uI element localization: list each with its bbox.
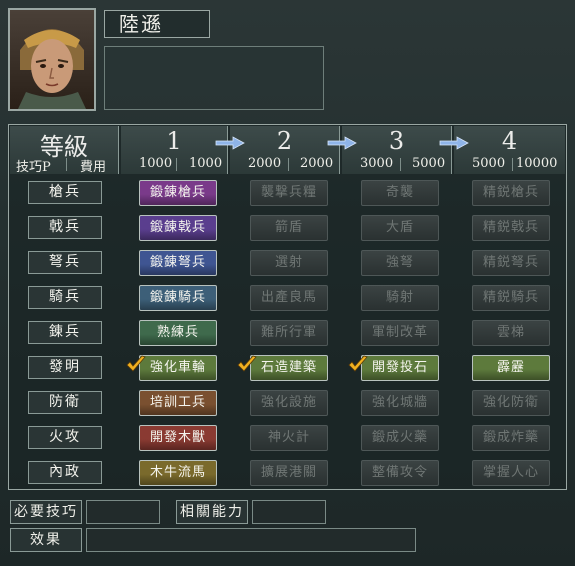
- level-4-number: 4: [501, 127, 518, 155]
- officer-info-panel: [104, 46, 324, 110]
- technique-button[interactable]: 強化設施: [250, 390, 328, 416]
- technique-button[interactable]: 鍛成火藥: [361, 425, 439, 451]
- technique-button[interactable]: 擴展港關: [250, 460, 328, 486]
- row-label: 內政: [28, 461, 102, 484]
- technique-button[interactable]: 強弩: [361, 250, 439, 276]
- technique-button[interactable]: 培訓工兵: [139, 390, 217, 416]
- technique-button[interactable]: 鍛成炸藥: [472, 425, 550, 451]
- technique-button[interactable]: 熟練兵: [139, 320, 217, 346]
- checkmark-icon: [126, 355, 146, 372]
- arrow-right-icon: [215, 136, 245, 150]
- technique-button[interactable]: 襲撃兵糧: [250, 180, 328, 206]
- technique-button[interactable]: 騎射: [361, 285, 439, 311]
- required-skill-value: [86, 500, 160, 524]
- technique-button[interactable]: 石造建築: [250, 355, 328, 381]
- technique-button[interactable]: 選射: [250, 250, 328, 276]
- row-label: 發明: [28, 356, 102, 379]
- technique-button[interactable]: 精鋭弩兵: [472, 250, 550, 276]
- arrow-right-icon: [327, 136, 357, 150]
- row-label: 戟兵: [28, 216, 102, 239]
- technique-button[interactable]: 難所行軍: [250, 320, 328, 346]
- technique-button[interactable]: 鍛錬騎兵: [139, 285, 217, 311]
- technique-button[interactable]: 強化防衛: [472, 390, 550, 416]
- technique-button[interactable]: 大盾: [361, 215, 439, 241]
- related-ability-value: [252, 500, 326, 524]
- portrait-image: [10, 10, 94, 109]
- checkmark-icon: [237, 355, 257, 372]
- related-ability-label: 相關能力: [176, 500, 248, 524]
- row-label: 騎兵: [28, 286, 102, 309]
- header-divider: [66, 158, 67, 171]
- technique-screen: 陸遜 等級 技巧P 費用 1 1000 1000 2 2000 2000 3 3…: [0, 0, 575, 566]
- level-2-header: 2 2000 2000: [230, 126, 340, 174]
- row-label: 火攻: [28, 426, 102, 449]
- level-1-cost: 1000: [189, 156, 223, 171]
- technique-button[interactable]: 霹靂: [472, 355, 550, 381]
- technique-button[interactable]: 精鋭騎兵: [472, 285, 550, 311]
- technique-button[interactable]: 神火計: [250, 425, 328, 451]
- technique-button[interactable]: 奇襲: [361, 180, 439, 206]
- checkmark-icon: [348, 355, 368, 372]
- arrow-right-icon: [439, 136, 469, 150]
- level-3-cost: 5000: [412, 156, 446, 171]
- technique-button[interactable]: 強化車輪: [139, 355, 217, 381]
- technique-button[interactable]: 強化城牆: [361, 390, 439, 416]
- header-divider: [176, 158, 177, 171]
- header-divider: [400, 158, 401, 171]
- level-1-header: 1 1000 1000: [121, 126, 228, 174]
- level-3-number: 3: [388, 127, 405, 155]
- effect-value: [86, 528, 416, 552]
- level-2-cost: 2000: [300, 156, 334, 171]
- technique-button[interactable]: 精鋭槍兵: [472, 180, 550, 206]
- technique-button[interactable]: 整備攻令: [361, 460, 439, 486]
- effect-label: 效果: [10, 528, 82, 552]
- level-4-cost: 10000: [516, 156, 558, 171]
- technique-button[interactable]: 箭盾: [250, 215, 328, 241]
- row-label: 槍兵: [28, 181, 102, 204]
- cost-label: 費用: [79, 160, 106, 175]
- technique-button[interactable]: 鍛錬戟兵: [139, 215, 217, 241]
- technique-button[interactable]: 軍制改革: [361, 320, 439, 346]
- technique-button[interactable]: 掌握人心: [472, 460, 550, 486]
- technique-button[interactable]: 開發木獸: [139, 425, 217, 451]
- technique-button[interactable]: 鍛錬槍兵: [139, 180, 217, 206]
- header-divider: [512, 158, 513, 171]
- level-4-header: 4 5000 10000: [454, 126, 565, 174]
- header-divider: [288, 158, 289, 171]
- level-1-number: 1: [166, 127, 182, 155]
- level-3-header: 3 3000 5000: [342, 126, 452, 174]
- level-2-number: 2: [276, 127, 293, 155]
- technique-button[interactable]: 開發投石: [361, 355, 439, 381]
- technique-button[interactable]: 出產良馬: [250, 285, 328, 311]
- officer-portrait: [8, 8, 96, 111]
- technique-button[interactable]: 木牛流馬: [139, 460, 217, 486]
- technique-button[interactable]: 鍛錬弩兵: [139, 250, 217, 276]
- row-label: 防衛: [28, 391, 102, 414]
- row-label: 錬兵: [28, 321, 102, 344]
- technique-button[interactable]: 雲梯: [472, 320, 550, 346]
- technique-button[interactable]: 精鋭戟兵: [472, 215, 550, 241]
- row-label: 弩兵: [28, 251, 102, 274]
- required-skill-label: 必要技巧: [10, 500, 82, 524]
- officer-name: 陸遜: [104, 10, 210, 38]
- level-header-cell: 等級 技巧P 費用: [10, 126, 119, 175]
